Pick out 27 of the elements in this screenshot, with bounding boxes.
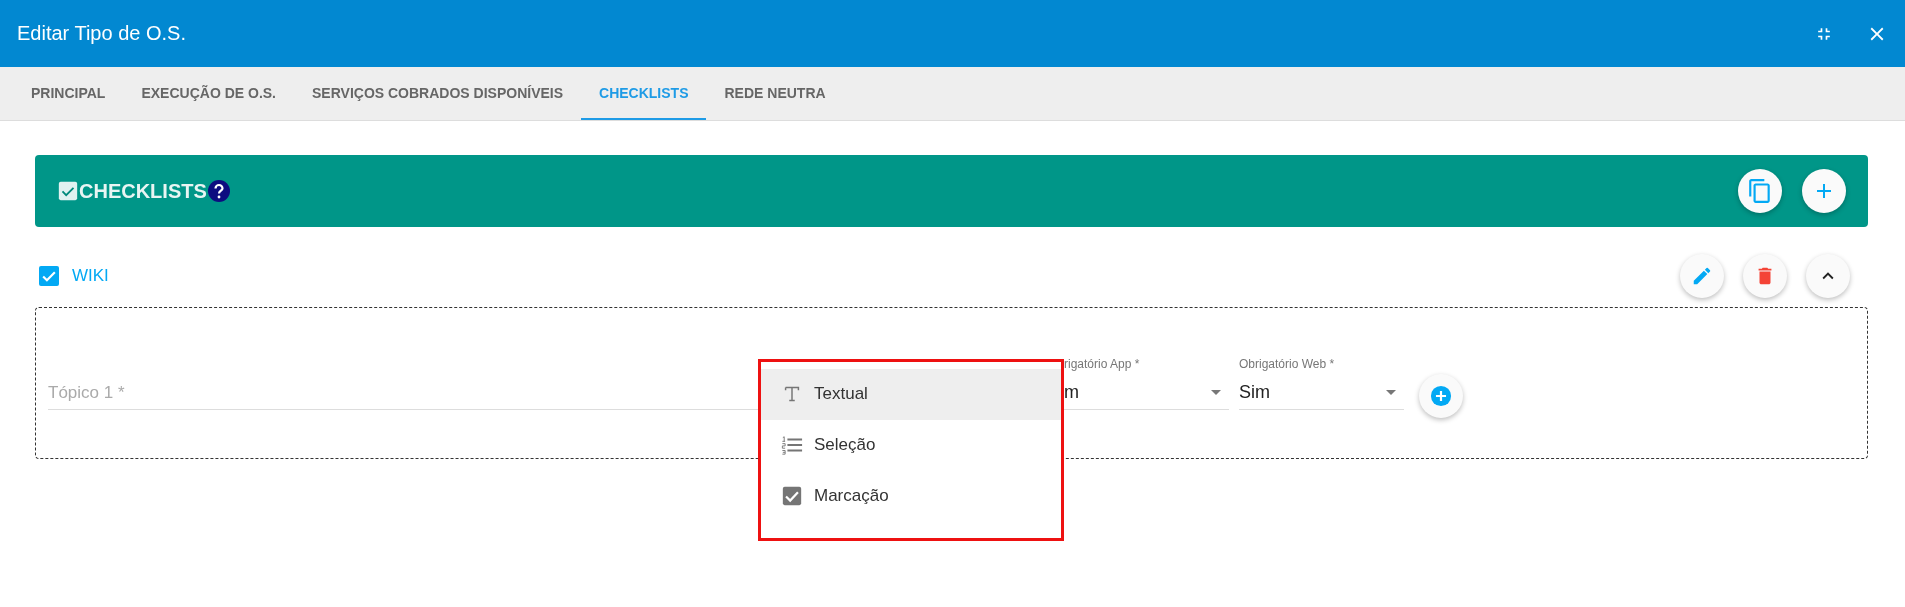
copy-button[interactable]	[1738, 169, 1782, 213]
checklist-label: WIKI	[72, 266, 109, 286]
menu-item[interactable]: Seleção	[761, 419, 1061, 471]
menu-item[interactable]: Marcação	[761, 470, 1061, 522]
copy-icon	[1747, 178, 1773, 204]
plus-circle-icon	[1430, 384, 1452, 407]
menu-item[interactable]: Textual	[761, 368, 1061, 420]
delete-button[interactable]	[1743, 254, 1787, 298]
checkbox[interactable]	[39, 266, 59, 286]
edit-button[interactable]	[1680, 254, 1724, 298]
add-button[interactable]	[1802, 169, 1846, 213]
dropdown-arrow-icon	[1211, 389, 1221, 395]
dropdown-arrow-icon	[1386, 389, 1396, 395]
add-topic-button[interactable]	[1419, 373, 1463, 418]
section-title: CHECKLISTS	[79, 179, 207, 203]
tab[interactable]: REDE NEUTRA	[706, 67, 844, 120]
select-field[interactable]: rigatório App * m	[1064, 356, 1229, 410]
tab[interactable]: SERVIÇOS COBRADOS DISPONÍVEIS	[294, 67, 582, 120]
help-icon[interactable]	[206, 179, 231, 203]
tab[interactable]: EXECUÇÃO DE O.S.	[123, 67, 294, 120]
select-field[interactable]: Obrigatório Web * Sim	[1239, 356, 1404, 410]
window-title: Editar Tipo de O.S.	[17, 22, 186, 45]
checkbox-icon	[781, 485, 803, 507]
tab[interactable]: PRINCIPAL	[13, 67, 124, 120]
pencil-icon	[1691, 265, 1713, 287]
checkbox-icon	[57, 180, 79, 202]
numbered-list-icon	[781, 434, 803, 456]
